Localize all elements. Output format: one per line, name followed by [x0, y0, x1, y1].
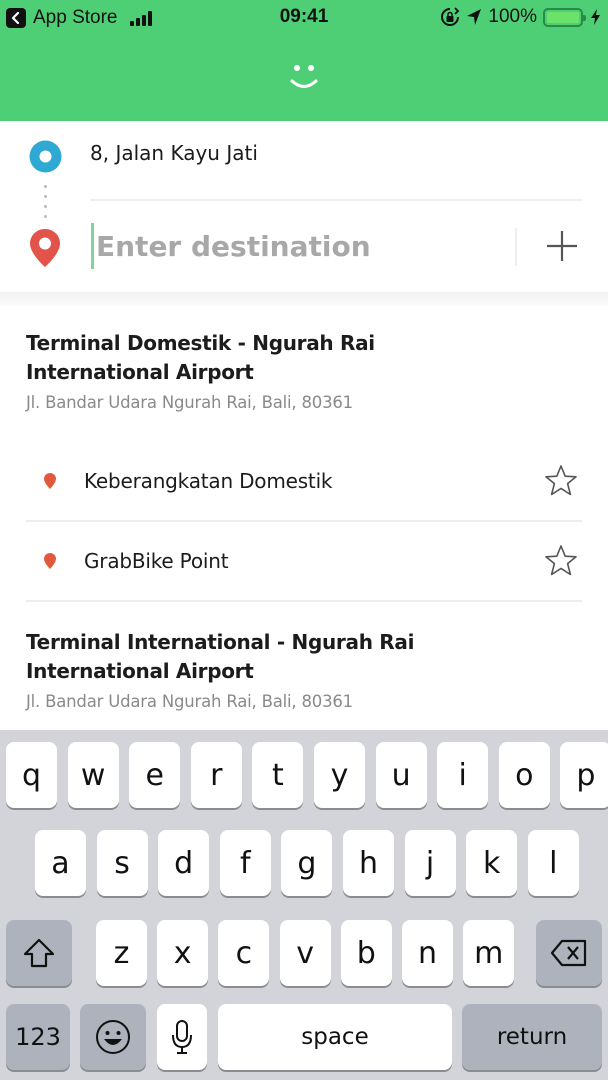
result-item[interactable]: Terminal Domestik - Ngurah Rai Internati…: [0, 329, 446, 412]
key-b[interactable]: b: [340, 920, 392, 986]
status-right: 100%: [440, 6, 600, 28]
key-a[interactable]: a: [35, 830, 86, 896]
key-c[interactable]: c: [218, 920, 270, 986]
status-bar: App Store 09:41 100%: [0, 0, 608, 34]
route-connector: [44, 185, 47, 225]
result-address: Jl. Bandar Udara Ngurah Rai, Bali, 80361: [26, 692, 353, 711]
key-h[interactable]: h: [343, 830, 394, 896]
key-w[interactable]: w: [67, 742, 119, 808]
battery-icon: [543, 7, 586, 27]
key-r[interactable]: r: [190, 742, 242, 808]
origin-field[interactable]: 8, Jalan Kayu Jati: [90, 141, 258, 165]
dictation-key[interactable]: [157, 1004, 207, 1070]
result-title: Terminal International - Ngurah Rai Inte…: [26, 630, 415, 683]
result-address: Jl. Bandar Udara Ngurah Rai, Bali, 80361: [26, 393, 353, 412]
pin-icon: [44, 473, 56, 489]
destination-input[interactable]: [91, 223, 501, 269]
numbers-key[interactable]: 123: [6, 1004, 70, 1070]
shift-key[interactable]: [6, 920, 72, 986]
key-g[interactable]: g: [281, 830, 333, 896]
destination-pin-icon: [30, 229, 60, 267]
result-title: Terminal Domestik - Ngurah Rai Internati…: [26, 331, 375, 384]
emoji-key[interactable]: [80, 1004, 146, 1070]
sub-point-item[interactable]: Keberangkatan Domestik: [26, 442, 582, 522]
sub-point-item[interactable]: GrabBike Point: [26, 522, 582, 602]
smiley-icon: [290, 65, 318, 88]
key-d[interactable]: d: [158, 830, 210, 896]
pin-icon: [44, 553, 56, 569]
result-item[interactable]: Terminal International - Ngurah Rai Inte…: [0, 628, 446, 711]
orientation-lock-icon: [441, 7, 460, 26]
key-x[interactable]: x: [157, 920, 209, 986]
location-arrow-icon: [467, 9, 482, 25]
route-panel: 8, Jalan Kayu Jati: [0, 121, 608, 292]
delete-key[interactable]: [536, 920, 602, 986]
key-i[interactable]: i: [437, 742, 489, 808]
star-icon[interactable]: [544, 464, 578, 498]
key-l[interactable]: l: [527, 830, 579, 896]
keyboard: 123 space return qwertyuiop asdfghjkl zxcv…: [0, 730, 608, 1080]
key-y[interactable]: y: [314, 742, 365, 808]
search-results: Terminal Domestik - Ngurah Rai Internati…: [0, 306, 608, 730]
battery-percent: 100%: [488, 6, 537, 27]
backspace-icon: [550, 939, 587, 967]
panel-shadow: [0, 292, 608, 306]
key-t[interactable]: t: [252, 742, 304, 808]
key-u[interactable]: u: [375, 742, 427, 808]
key-j[interactable]: j: [404, 830, 456, 896]
divider: [515, 228, 517, 266]
emoji-icon: [96, 1020, 130, 1054]
key-m[interactable]: m: [463, 920, 515, 986]
origin-dot-icon: [29, 140, 62, 173]
key-e[interactable]: e: [129, 742, 181, 808]
shift-icon: [23, 938, 55, 968]
key-p[interactable]: p: [560, 742, 608, 808]
charging-icon: [591, 9, 600, 25]
key-o[interactable]: o: [498, 742, 550, 808]
space-key[interactable]: space: [218, 1004, 452, 1070]
key-z[interactable]: z: [96, 920, 147, 986]
return-key[interactable]: return: [462, 1004, 602, 1070]
add-stop-button[interactable]: [540, 224, 584, 268]
key-n[interactable]: n: [402, 920, 453, 986]
sub-point-label: GrabBike Point: [84, 549, 229, 573]
key-f[interactable]: f: [219, 830, 271, 896]
key-s[interactable]: s: [96, 830, 148, 896]
key-k[interactable]: k: [466, 830, 518, 896]
app-header: App Store 09:41 100%: [0, 0, 608, 121]
key-q[interactable]: q: [6, 742, 57, 808]
key-v[interactable]: v: [279, 920, 331, 986]
microphone-icon: [172, 1020, 192, 1054]
star-icon[interactable]: [544, 544, 578, 578]
sub-point-label: Keberangkatan Domestik: [84, 469, 333, 493]
plus-icon: [547, 231, 577, 261]
divider: [90, 199, 583, 201]
